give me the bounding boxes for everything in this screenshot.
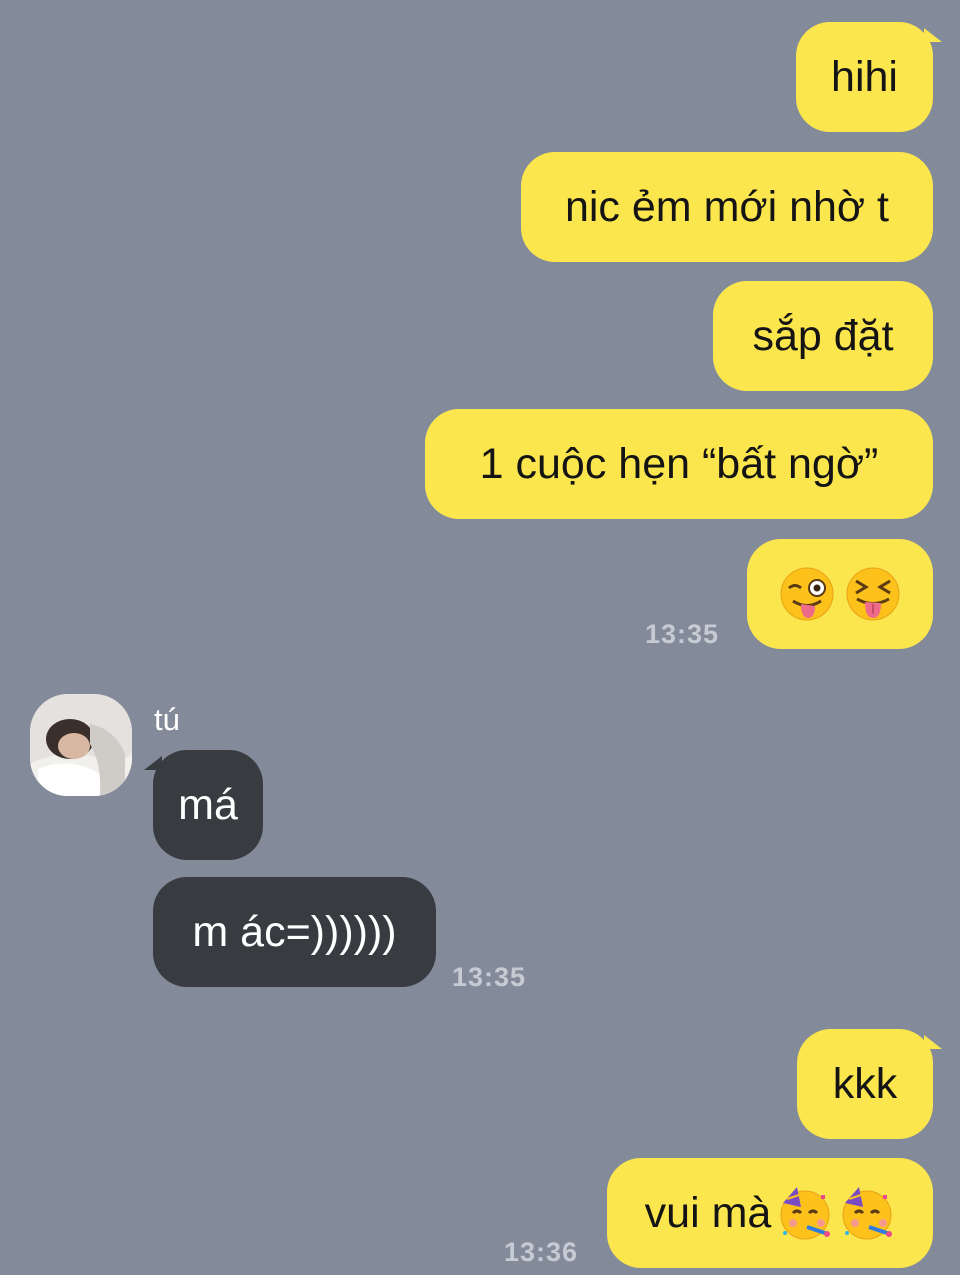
message-timestamp: 13:35 [452,962,527,992]
avatar[interactable] [30,694,132,796]
partying-face-icon [780,1187,831,1240]
bubble-tail [924,28,942,42]
message-bubble-outgoing-emoji[interactable] [747,539,933,649]
message-bubble-outgoing[interactable]: nic ẻm mới nhờ t [521,152,933,262]
message-text: m ác=)))))) [192,907,397,956]
message-text: nic ẻm mới nhờ t [564,182,890,231]
winking-face-with-tongue-icon [780,567,834,621]
message-text: kkk [832,1059,898,1108]
bubble-tail [924,1035,942,1049]
message-bubble-incoming[interactable]: má [153,750,263,860]
message-text: sắp đặt [752,311,894,360]
sender-name: tú [154,702,180,737]
bubble-tail [144,756,162,770]
message-bubble-incoming[interactable]: m ác=)))))) [153,877,436,987]
partying-face-icon [842,1187,893,1240]
message-text: má [178,780,238,829]
avatar-photo [30,694,132,796]
message-bubble-outgoing[interactable]: kkk [797,1029,933,1139]
message-text: hihi [831,52,898,101]
squinting-face-with-tongue-icon [846,567,900,621]
message-bubble-outgoing[interactable]: hihi [796,22,933,132]
message-text: 1 cuộc hẹn “bất ngờ” [479,439,879,488]
message-timestamp: 13:36 [504,1237,579,1267]
message-text: vui mà [644,1188,772,1237]
message-bubble-outgoing[interactable]: vui mà [607,1158,933,1268]
message-timestamp: 13:35 [645,619,720,649]
message-bubble-outgoing[interactable]: sắp đặt [713,281,933,391]
message-bubble-outgoing[interactable]: 1 cuộc hẹn “bất ngờ” [425,409,933,519]
